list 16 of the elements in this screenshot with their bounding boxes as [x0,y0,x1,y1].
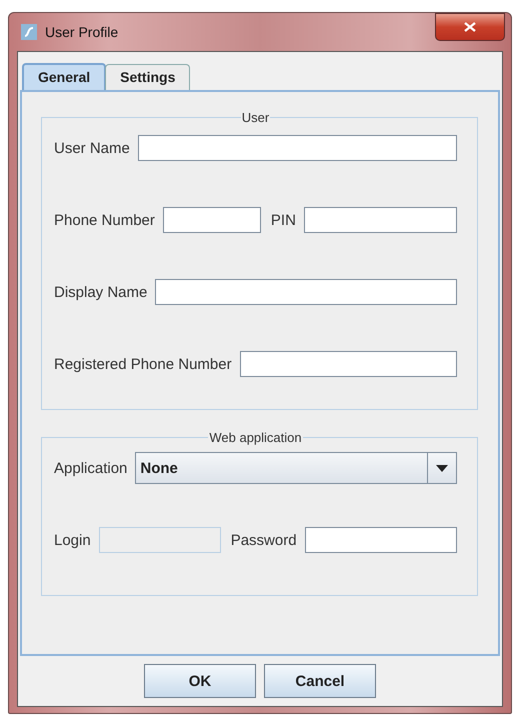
field-label: Display Name [54,284,148,300]
group-title: Web application [208,430,303,445]
field-label: Login [54,532,91,548]
field-label: Password [230,532,297,548]
field-label: Phone Number [54,212,155,228]
dialog-button[interactable]: Cancel [264,664,376,698]
application-dropdown[interactable]: None [135,452,457,484]
field-label: Registered Phone Number [54,356,232,372]
tab[interactable]: Settings [105,64,190,90]
dialog-button[interactable]: OK [144,664,256,698]
tab[interactable]: General [22,63,106,90]
field-label: Application [54,460,128,476]
window-title: User Profile [45,24,118,40]
field-label: PIN [270,212,296,228]
field-label: User Name [54,140,130,156]
group-title: User [240,110,270,125]
